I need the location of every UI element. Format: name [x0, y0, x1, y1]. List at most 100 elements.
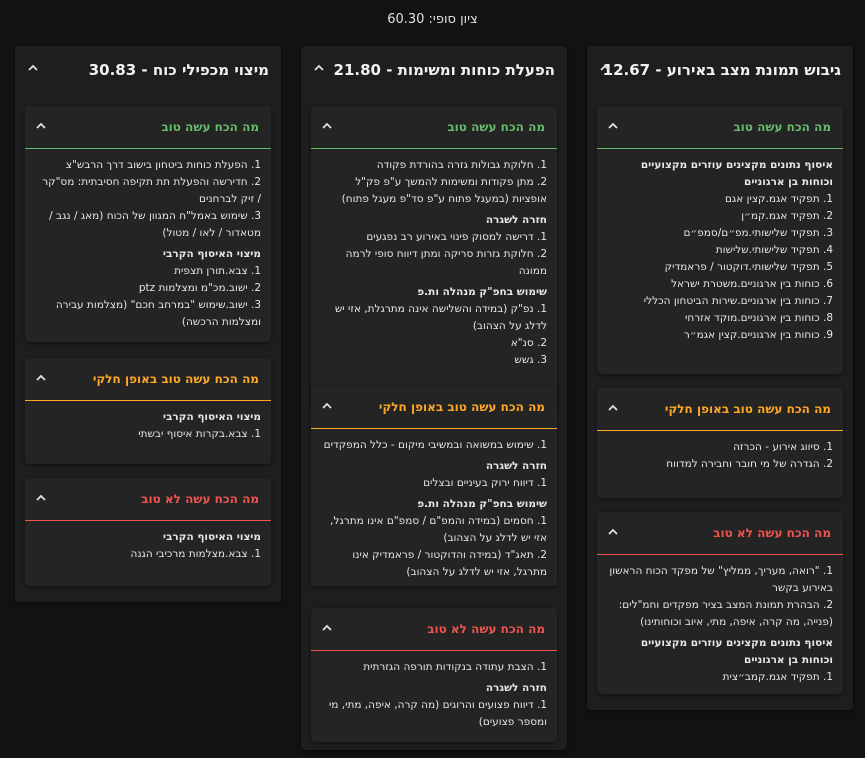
chevron-up-icon[interactable]	[319, 118, 335, 134]
card-body: מיצוי האיסוף הקרבי 1. צבא.בקרות איסוף יב…	[25, 401, 271, 451]
items-list: 1. דיווח פצועים והרוגים (מה קרה, איפה, מ…	[323, 697, 547, 731]
card-body: איסוף נתונים מקצינים עוזרים מקצועיים וכו…	[597, 149, 843, 352]
list-item: 1. צבא.מצלמות מרכיבי הגנה	[130, 548, 261, 560]
card-good: מה הכח עשה טוב 1. הפעלת כוחות ביטחון ביש…	[25, 106, 271, 342]
section-heading: חזרה לשגרה	[485, 214, 547, 226]
card-header[interactable]: מה הכח עשה לא טוב	[597, 512, 843, 554]
list-item: 1. דיווח פצועים והרוגים (מה קרה, איפה, מ…	[328, 699, 547, 728]
chevron-up-icon[interactable]	[311, 60, 327, 76]
card-bad: מה הכח עשה לא טוב 1. "רואה, מעריך, ממליץ…	[597, 512, 843, 694]
card-title-good: מה הכח עשה טוב	[161, 120, 259, 134]
items-list: 1. צבא.מצלמות מרכיבי הגנה	[37, 546, 261, 563]
list-item: 1. נפ"ק (במידה והשלישה אינה מתרגלת, אזי …	[334, 303, 547, 332]
card-title-partial: מה הכח עשה טוב באופן חלקי	[92, 372, 259, 386]
card-header[interactable]: מה הכח עשה טוב באופן חלקי	[25, 358, 271, 400]
chevron-up-icon[interactable]	[319, 398, 335, 414]
chevron-up-icon[interactable]	[33, 490, 49, 506]
list-item: 1. דיווח ירוק בעיניים ובצלים	[423, 477, 547, 489]
card-title-bad: מה הכח עשה לא טוב	[713, 526, 831, 540]
items-list: 1. שימוש במשואה ובמשיבי מיקום - כלל המפק…	[323, 437, 547, 454]
items-list: 1. "רואה, מעריך, ממליץ" של מפקד הכוח הרא…	[609, 563, 833, 631]
list-item: 1. הצבת עתודה בנקודות תורפה הגזרתית	[363, 661, 547, 673]
list-item: 1. חסמים (במידה והמפ"ם / סמפ"ם אינו מתרג…	[330, 515, 547, 544]
card-bad: מה הכח עשה לא טוב 1. הצבת עתודה בנקודות …	[311, 608, 557, 742]
card-partial: מה הכח עשה טוב באופן חלקי 1. סיווג אירוע…	[597, 388, 843, 498]
column-force-multipliers: מיצוי מכפילי כוח - 30.83 מה הכח עשה טוב …	[15, 46, 281, 602]
list-item: 2. חדירשה והפעלת תת תקיפה חסיבתית: מס"קר…	[42, 176, 261, 205]
card-partial: מה הכח עשה טוב באופן חלקי מיצוי האיסוף ה…	[25, 358, 271, 464]
card-header[interactable]: מה הכח עשה טוב באופן חלקי	[597, 388, 843, 430]
chevron-up-icon[interactable]	[33, 370, 49, 386]
list-item: 2. הבהרת תמונת המצב בציר מפקדים וחמ"לים:…	[618, 599, 833, 628]
chevron-up-icon[interactable]	[25, 60, 41, 76]
list-item: 2. הגדרה של מי חובר וחבירה למדווח	[666, 458, 833, 470]
items-list: 1. תפקיד אגמ.קצין אגם 2. תפקיד אגמ.קמ״ן …	[609, 191, 833, 344]
section-heading: מיצוי האיסוף הקרבי	[162, 248, 261, 260]
items-list: 1. הצבת עתודה בנקודות תורפה הגזרתית	[323, 659, 547, 676]
chevron-up-icon[interactable]	[33, 118, 49, 134]
list-item: 2. תאג"ד (במידה והדוקטור / פראמדיק אינו …	[352, 549, 547, 578]
card-body: 1. "רואה, מעריך, ממליץ" של מפקד הכוח הרא…	[597, 555, 843, 694]
card-title-bad: מה הכח עשה לא טוב	[141, 492, 259, 506]
card-body: 1. שימוש במשואה ובמשיבי מיקום - כלל המפק…	[311, 429, 557, 589]
card-title-good: מה הכח עשה טוב	[733, 120, 831, 134]
card-header[interactable]: מה הכח עשה טוב	[311, 106, 557, 148]
chevron-up-icon[interactable]	[605, 524, 621, 540]
card-title-good: מה הכח עשה טוב	[447, 120, 545, 134]
list-item: 4. תפקיד שלישותי.שלישות	[715, 244, 833, 256]
list-item: 3. ישוב.שימוש "במרחב חכם" (מצלמות עבירה …	[55, 299, 261, 328]
column-title: גיבוש תמונת מצב באירוע - 12.67	[602, 61, 841, 79]
items-list: 1. דרישה למסוק פינוי באירוע רב נפגעים 2.…	[323, 229, 547, 280]
chevron-up-icon[interactable]	[605, 118, 621, 134]
column-header[interactable]: מיצוי מכפילי כוח - 30.83	[15, 46, 281, 96]
card-title-partial: מה הכח עשה טוב באופן חלקי	[378, 400, 545, 414]
card-body: 1. הצבת עתודה בנקודות תורפה הגזרתית חזרה…	[311, 651, 557, 739]
column-title: מיצוי מכפילי כוח - 30.83	[88, 61, 269, 79]
list-item: 3. שימוש באמל"ח המגוון של הכוח (מאג / נג…	[49, 210, 261, 239]
card-header[interactable]: מה הכח עשה לא טוב	[25, 478, 271, 520]
column-forces-missions: הפעלת כוחות ומשימות - 21.80 מה הכח עשה ט…	[301, 46, 567, 750]
card-body: מיצוי האיסוף הקרבי 1. צבא.מצלמות מרכיבי …	[25, 521, 271, 571]
list-item: 1. תפקיד אגמ.קצין אגם	[724, 193, 833, 205]
card-good: מה הכח עשה טוב 1. חלוקת גבולות גזרה בהור…	[311, 106, 557, 406]
section-heading: איסוף נתונים מקצינים עוזרים מקצועיים וכו…	[640, 637, 833, 666]
section-heading: שימוש בחפ"ק מנהלה ות.פ	[417, 498, 547, 510]
card-header[interactable]: מה הכח עשה טוב	[597, 106, 843, 148]
items-list: 1. צבא.תורן תצפית 2. ישוב.מכ"מ ומצלמות p…	[37, 263, 261, 331]
list-item: 3. תפקיד שלישותי.מפ״ם/סמפ״ם	[683, 227, 833, 239]
card-header[interactable]: מה הכח עשה לא טוב	[311, 608, 557, 650]
card-header[interactable]: מה הכח עשה טוב באופן חלקי	[311, 386, 557, 428]
list-item: 1. הפעלת כוחות ביטחון בישוב דרך הרבש"צ	[65, 159, 261, 171]
items-list: 1. נפ"ק (במידה והשלישה אינה מתרגלת, אזי …	[323, 301, 547, 369]
items-list: 1. הפעלת כוחות ביטחון בישוב דרך הרבש"צ 2…	[37, 157, 261, 242]
column-situation-picture: גיבוש תמונת מצב באירוע - 12.67 מה הכח עש…	[587, 46, 853, 710]
list-item: 6. כוחות בין ארגוניים.משטרת ישראל	[671, 278, 833, 290]
section-heading: מיצוי האיסוף הקרבי	[162, 411, 261, 423]
list-item: 7. כוחות בין ארגוניים.שירות הביטחון הכלל…	[643, 295, 833, 307]
column-header[interactable]: גיבוש תמונת מצב באירוע - 12.67	[587, 46, 853, 96]
column-header[interactable]: הפעלת כוחות ומשימות - 21.80	[301, 46, 567, 96]
chevron-up-icon[interactable]	[597, 60, 613, 76]
card-body: 1. הפעלת כוחות ביטחון בישוב דרך הרבש"צ 2…	[25, 149, 271, 339]
final-score: ציון סופי: 60.30	[387, 12, 478, 27]
items-list: 1. צבא.בקרות איסוף יבשתי	[37, 426, 261, 443]
card-body: 1. חלוקת גבולות גזרה בהורדת פקודה 2. מתן…	[311, 149, 557, 377]
section-heading: איסוף נתונים מקצינים עוזרים מקצועיים וכו…	[640, 159, 833, 188]
list-item: 1. דרישה למסוק פינוי באירוע רב נפגעים	[366, 231, 547, 243]
card-title-bad: מה הכח עשה לא טוב	[427, 622, 545, 636]
items-list: 1. חלוקת גבולות גזרה בהורדת פקודה 2. מתן…	[323, 157, 547, 208]
list-item: 5. תפקיד שלישותי.דוקטור / פראמדיק	[664, 261, 833, 273]
list-item: 2. חלוקת גזרות סריקה ומתן דיווח סופי לרמ…	[345, 248, 547, 277]
list-item: 1. חלוקת גבולות גזרה בהורדת פקודה	[376, 159, 547, 171]
chevron-up-icon[interactable]	[605, 400, 621, 416]
card-partial: מה הכח עשה טוב באופן חלקי 1. שימוש במשוא…	[311, 386, 557, 586]
section-heading: חזרה לשגרה	[485, 460, 547, 472]
items-list: 1. דיווח ירוק בעיניים ובצלים	[323, 475, 547, 492]
list-item: 2. ישוב.מכ"מ ומצלמות ptz	[138, 282, 261, 294]
chevron-up-icon[interactable]	[319, 620, 335, 636]
column-title: הפעלת כוחות ומשימות - 21.80	[333, 61, 555, 79]
section-heading: חזרה לשגרה	[485, 682, 547, 694]
card-header[interactable]: מה הכח עשה טוב	[25, 106, 271, 148]
list-item: 1. צבא.בקרות איסוף יבשתי	[138, 428, 261, 440]
list-item: 3. גשש	[514, 354, 547, 366]
